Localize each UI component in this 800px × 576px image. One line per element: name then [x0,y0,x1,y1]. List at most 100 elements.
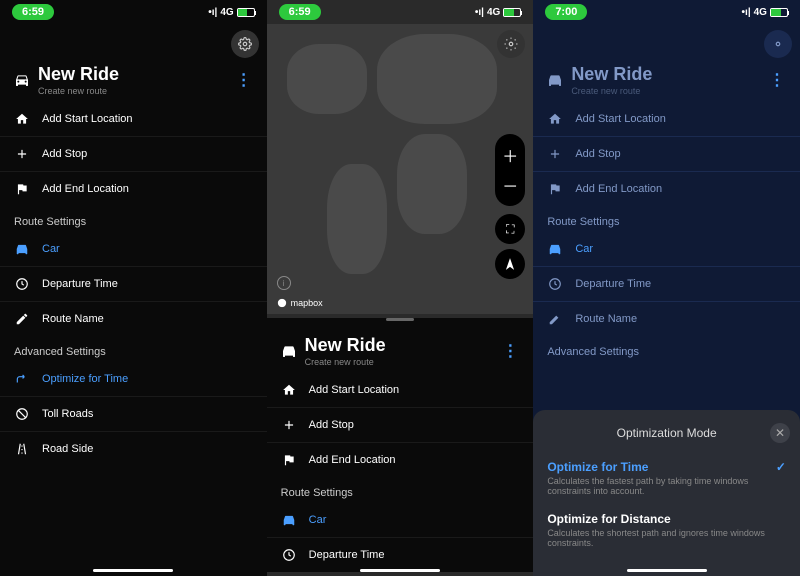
flag-icon [14,182,30,196]
item-label: Add Stop [575,148,620,160]
car-icon [547,71,563,89]
add-stop[interactable]: Add Stop [267,408,534,442]
status-time: 6:59 [12,4,54,20]
car-icon [281,513,297,527]
clock-icon [281,548,297,562]
pencil-icon [547,312,563,326]
add-stop[interactable]: Add Stop [533,137,800,171]
optimization-modal: Optimization Mode ✕ Optimize for Time ✓ … [533,410,800,576]
toll-roads[interactable]: Toll Roads [0,397,267,431]
option-title: Optimize for Distance [547,512,670,526]
header: New Ride Create new route ⋮ [533,54,800,102]
status-bar: 6:59 •ı|4G [0,0,267,24]
settings-button[interactable] [231,30,259,58]
item-label: Add Start Location [575,113,666,125]
zoom-in-button[interactable]: ＋ [495,140,525,170]
car-icon [547,242,563,256]
item-label: Car [575,243,593,255]
item-label: Add End Location [575,183,662,195]
flag-icon [547,182,563,196]
road-side[interactable]: Road Side [0,432,267,466]
more-button[interactable]: ⋮ [236,70,253,90]
page-subtitle: Create new route [305,357,495,367]
screen-ride-settings: 6:59 •ı|4G New Ride Create new route ⋮ A… [0,0,267,576]
status-bar: 6:59 •ı|4G [267,0,534,24]
departure-time[interactable]: Departure Time [267,538,534,572]
home-icon [281,383,297,397]
fullscreen-button[interactable]: ⛶ [495,214,525,244]
item-label: Add Stop [42,148,87,160]
item-label: Add End Location [42,183,129,195]
item-label: Route Name [575,313,637,325]
home-indicator[interactable] [360,569,440,572]
settings-button[interactable] [497,30,525,58]
vehicle-car[interactable]: Car [0,232,267,266]
route-name[interactable]: Route Name [0,302,267,336]
zoom-control: ＋ － [495,134,525,206]
add-start-location[interactable]: Add Start Location [0,102,267,136]
page-title: New Ride [38,64,228,85]
map[interactable]: ＋ － ⛶ i mapbox [267,24,534,314]
add-end-location[interactable]: Add End Location [533,172,800,206]
flag-icon [281,453,297,467]
item-label: Toll Roads [42,408,93,420]
drag-handle[interactable] [386,318,414,321]
home-indicator[interactable] [627,569,707,572]
more-button[interactable]: ⋮ [769,70,786,90]
pencil-icon [14,312,30,326]
item-label: Route Name [42,313,104,325]
section-advanced-settings: Advanced Settings [0,336,267,362]
car-icon [281,342,297,360]
home-icon [14,112,30,126]
departure-time[interactable]: Departure Time [0,267,267,301]
optimize-for-time[interactable]: Optimize for Time [0,362,267,396]
home-indicator[interactable] [93,569,173,572]
section-advanced-settings: Advanced Settings [533,336,800,362]
recenter-button[interactable] [495,249,525,279]
screen-map-collapsed: 6:59 •ı|4G ＋ － ⛶ i mapbox New Ride Cr [267,0,534,576]
road-icon [14,442,30,456]
screen-optimization-modal: 7:00 •ı|4G New Ride Create new route ⋮ A… [533,0,800,576]
item-label: Add Start Location [42,113,133,125]
header: New Ride Create new route ⋮ [0,54,267,102]
info-icon[interactable]: i [277,276,291,290]
item-label: Car [309,514,327,526]
item-label: Add Start Location [309,384,400,396]
add-stop[interactable]: Add Stop [0,137,267,171]
bottom-sheet: New Ride Create new route ⋮ Add Start Lo… [267,318,534,572]
close-button[interactable]: ✕ [770,423,790,443]
item-label: Departure Time [309,549,385,561]
departure-time[interactable]: Departure Time [533,267,800,301]
page-title: New Ride [571,64,761,85]
vehicle-car[interactable]: Car [533,232,800,266]
add-start-location[interactable]: Add Start Location [267,373,534,407]
status-time: 7:00 [545,4,587,20]
add-start-location[interactable]: Add Start Location [533,102,800,136]
vehicle-car[interactable]: Car [267,503,534,537]
section-route-settings: Route Settings [267,477,534,503]
modal-title: Optimization Mode [617,426,717,440]
car-icon [14,242,30,256]
ban-icon [14,407,30,421]
item-label: Road Side [42,443,93,455]
status-indicators: •ı|4G [208,7,254,18]
header: New Ride Create new route ⋮ [267,325,534,373]
zoom-out-button[interactable]: － [495,170,525,200]
item-label: Departure Time [575,278,651,290]
item-label: Departure Time [42,278,118,290]
settings-button[interactable] [764,30,792,58]
add-end-location[interactable]: Add End Location [267,443,534,477]
option-desc: Calculates the fastest path by taking ti… [547,476,767,496]
section-route-settings: Route Settings [533,206,800,232]
map-attribution: mapbox [277,298,323,308]
option-optimize-distance[interactable]: Optimize for Distance Calculates the sho… [533,504,800,556]
add-end-location[interactable]: Add End Location [0,172,267,206]
item-label: Optimize for Time [42,373,128,385]
route-name[interactable]: Route Name [533,302,800,336]
clock-icon [547,277,563,291]
more-button[interactable]: ⋮ [502,341,519,361]
clock-icon [14,277,30,291]
route-icon [14,372,30,386]
option-optimize-time[interactable]: Optimize for Time ✓ Calculates the faste… [533,452,800,504]
page-subtitle: Create new route [571,86,761,96]
